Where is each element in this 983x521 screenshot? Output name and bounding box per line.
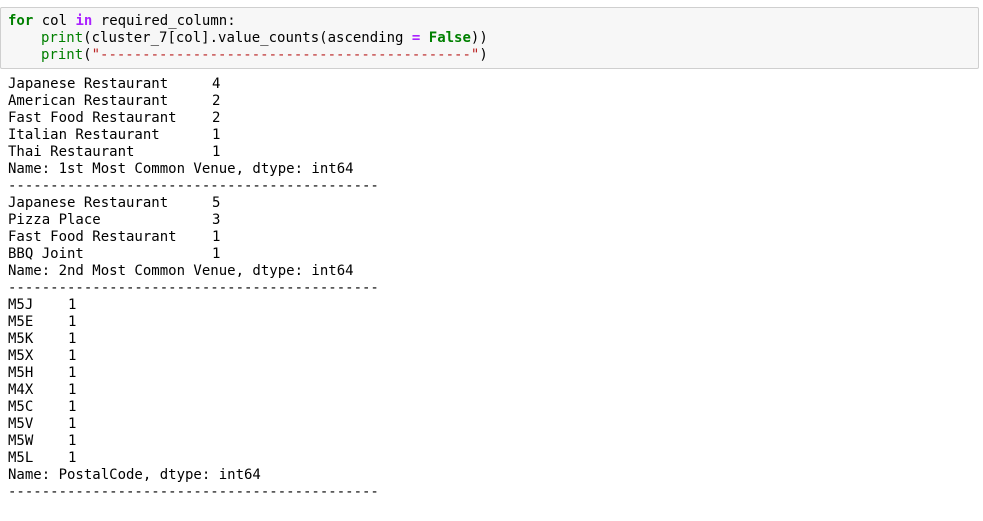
series-footer: Name: 2nd Most Common Venue, dtype: int6… [8, 263, 354, 279]
print-args-close: )) [470, 30, 488, 46]
list-item: Pizza Place 3 [8, 212, 221, 228]
false-constant: False [428, 30, 471, 46]
list-item: M5C 1 [8, 399, 77, 415]
output-block-2: Japanese Restaurant 5 Pizza Place 3 Fast F… [8, 195, 968, 297]
list-item: M4X 1 [8, 382, 77, 398]
code-line-1: for col in required_column: [8, 13, 978, 30]
loop-variable: col [41, 13, 68, 29]
list-item: M5H 1 [8, 365, 77, 381]
list-item: M5X 1 [8, 348, 77, 364]
series-footer: Name: 1st Most Common Venue, dtype: int6… [8, 161, 354, 177]
cell-output: Japanese Restaurant 4 American Restaurant… [8, 76, 968, 501]
list-item: Italian Restaurant 1 [8, 127, 221, 143]
print-function: print [41, 47, 84, 63]
separator-line: ----------------------------------------… [8, 280, 379, 296]
print-function: print [41, 30, 84, 46]
list-item: Japanese Restaurant 4 [8, 76, 221, 92]
print-args: (cluster_7[col].value_counts(ascending [83, 30, 412, 46]
list-item: M5E 1 [8, 314, 77, 330]
list-item: Japanese Restaurant 5 [8, 195, 221, 211]
code-line-3: print("---------------------------------… [41, 47, 488, 63]
separator-line: ----------------------------------------… [8, 178, 379, 194]
separator-string: "---------------------------------------… [91, 47, 480, 63]
list-item: Fast Food Restaurant 1 [8, 229, 221, 245]
output-block-3: M5J 1 M5E 1 M5K 1 M5X 1 M5H 1 M4X 1 M5C 1 M5V 1 … [8, 297, 968, 501]
list-item: BBQ Joint 1 [8, 246, 221, 262]
list-item: Fast Food Restaurant 2 [8, 110, 221, 126]
keyword-for: for [8, 13, 34, 29]
code-line-2: print(cluster_7[col].value_counts(ascend… [8, 30, 978, 47]
separator-line: ----------------------------------------… [8, 484, 379, 500]
list-item: Thai Restaurant 1 [8, 144, 221, 160]
code-input-cell[interactable]: for col in required_column: print(cluste… [0, 7, 979, 69]
output-block-1: Japanese Restaurant 4 American Restaurant… [8, 76, 968, 195]
series-footer: Name: PostalCode, dtype: int64 [8, 467, 261, 483]
list-item: M5L 1 [8, 450, 77, 466]
list-item: American Restaurant 2 [8, 93, 221, 109]
list-item: M5V 1 [8, 416, 77, 432]
list-item: M5W 1 [8, 433, 77, 449]
list-item: M5J 1 [8, 297, 77, 313]
list-item: M5K 1 [8, 331, 77, 347]
keyword-in: in [75, 13, 93, 29]
loop-iterable: required_column: [100, 13, 236, 29]
